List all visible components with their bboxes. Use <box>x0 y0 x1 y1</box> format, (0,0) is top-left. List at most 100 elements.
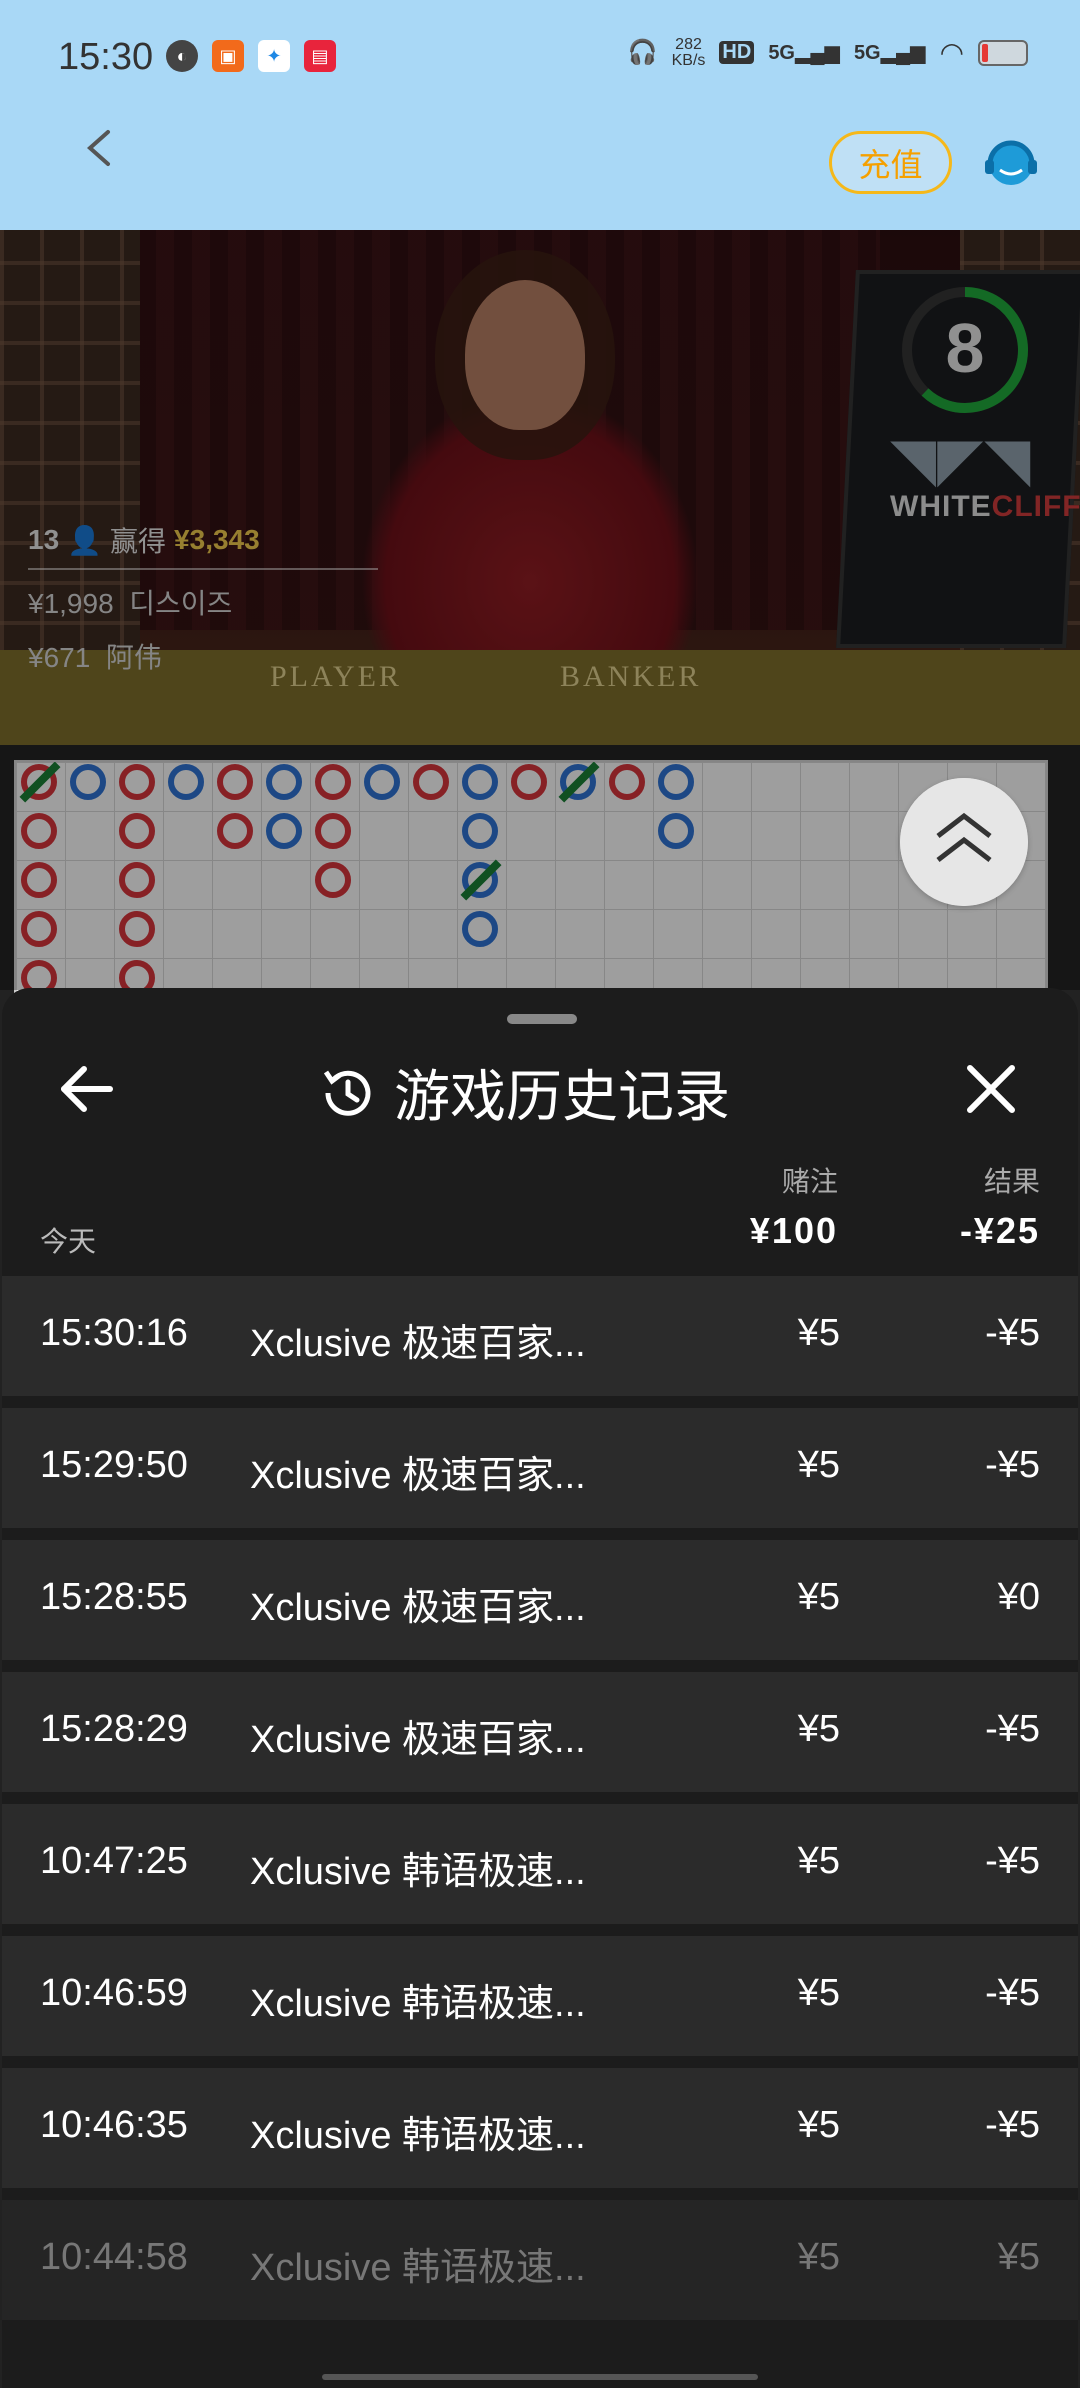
sheet-grabber[interactable] <box>507 1014 577 1024</box>
banker-bead <box>609 764 645 800</box>
row-bet: ¥5 <box>797 1972 840 2014</box>
player-bead <box>658 764 694 800</box>
banker-bead <box>315 813 351 849</box>
signal-icon-2: 5G▂▄▆ <box>853 42 926 64</box>
row-time: 10:44:58 <box>40 2236 188 2278</box>
person-icon: 👤 <box>67 524 103 556</box>
history-row[interactable]: 10:47:25 Xclusive 韩语极速... ¥5 -¥5 <box>2 1804 1078 1924</box>
winner-row: ¥1,998 디스이즈 <box>28 582 378 622</box>
player-bead <box>658 813 694 849</box>
player-bead <box>168 764 204 800</box>
total-result: -¥25 <box>959 1210 1040 1251</box>
net-speed: 282 KB/s <box>671 36 706 69</box>
banker-bead <box>119 862 155 898</box>
history-row[interactable]: 10:46:35 Xclusive 韩语极速... ¥5 -¥5 <box>2 2068 1078 2188</box>
winners-panel: 13 👤 赢得 ¥3,343 ¥1,998 디스이즈 ¥671 阿伟 <box>28 520 378 690</box>
player-bead <box>266 764 302 800</box>
row-result: -¥5 <box>985 1708 1040 1750</box>
net-speed-unit: KB/s <box>671 51 706 69</box>
bead-road-roadmap[interactable] <box>14 760 1048 994</box>
history-row[interactable]: 10:44:58 Xclusive 韩语极速... ¥5 ¥5 <box>2 2200 1078 2320</box>
result-column-header: 结果 <box>983 1166 1040 1197</box>
shop-icon: ▤ <box>304 40 336 72</box>
history-row[interactable]: 15:28:55 Xclusive 极速百家... ¥5 ¥0 <box>2 1540 1078 1660</box>
history-icon <box>323 1070 371 1116</box>
winner-name: 阿伟 <box>105 642 162 673</box>
planet-icon: ◐ <box>166 40 198 72</box>
sheet-title: 游戏历史记录 <box>318 1052 730 1133</box>
row-result: -¥5 <box>985 1840 1040 1882</box>
player-bead <box>364 764 400 800</box>
top-bar: 15:30 ◐ ▣ ✦ ▤ 🎧 282 KB/s HD 5G▂▄▆ 5G▂▄▆ … <box>0 0 1080 230</box>
row-game: Xclusive 极速百家... <box>250 1455 586 1497</box>
dealer-head <box>465 280 585 430</box>
brand-mark-icon: ◥◤◥ <box>890 426 1032 493</box>
row-result: ¥0 <box>997 1576 1040 1618</box>
battery-icon <box>978 39 1028 66</box>
status-time: 15:30 <box>58 36 154 78</box>
banker-bead <box>21 862 57 898</box>
back-arrow-icon[interactable] <box>80 128 120 168</box>
row-game: Xclusive 韩语极速... <box>250 2115 586 2157</box>
row-time: 15:28:55 <box>40 1576 188 1618</box>
countdown-number: 8 <box>945 309 985 387</box>
row-time: 10:47:25 <box>40 1840 188 1882</box>
player-count: 13 <box>28 524 60 555</box>
win-amount: ¥3,343 <box>174 524 260 555</box>
telecom-icon: ✦ <box>258 40 290 72</box>
history-row[interactable]: 10:46:59 Xclusive 韩语极速... ¥5 -¥5 <box>2 1936 1078 2056</box>
net-b-label: 5G <box>853 42 881 64</box>
history-row[interactable]: 15:30:16 Xclusive 极速百家... ¥5 -¥5 <box>2 1276 1078 1396</box>
row-result: -¥5 <box>985 1972 1040 2014</box>
wifi-icon: ◠ <box>939 37 964 68</box>
banker-bead <box>217 813 253 849</box>
recharge-button[interactable]: 充值 <box>829 131 952 194</box>
row-game: Xclusive 韩语极速... <box>250 1983 586 2025</box>
row-bet: ¥5 <box>797 1576 840 1618</box>
history-row[interactable]: 15:29:50 Xclusive 极速百家... ¥5 -¥5 <box>2 1408 1078 1528</box>
net-a-label: 5G <box>768 42 795 64</box>
history-row[interactable]: 15:28:29 Xclusive 极速百家... ¥5 -¥5 <box>2 1672 1078 1792</box>
total-bet: ¥100 <box>749 1210 838 1251</box>
win-label: 赢得 <box>110 526 167 557</box>
row-result: -¥5 <box>985 1444 1040 1486</box>
home-indicator[interactable] <box>322 2374 758 2380</box>
status-indicators: 🎧 282 KB/s HD 5G▂▄▆ 5G▂▄▆ ◠ <box>628 36 1028 69</box>
banker-bead <box>511 764 547 800</box>
table-label-banker: BANKER <box>560 660 702 693</box>
brand-text-white: WHITE <box>890 490 992 523</box>
live-video-stream[interactable]: PLAYER BANKER 8 ◥◤◥ WHITECLIFF 13 👤 赢得 ¥… <box>0 230 1080 745</box>
banker-bead <box>315 862 351 898</box>
divider <box>28 568 378 570</box>
close-icon[interactable] <box>962 1060 1020 1118</box>
banker-bead <box>119 764 155 800</box>
banker-bead <box>119 911 155 947</box>
row-game: Xclusive 韩语极速... <box>250 2247 586 2289</box>
row-bet: ¥5 <box>797 1444 840 1486</box>
row-time: 10:46:35 <box>40 2104 188 2146</box>
row-bet: ¥5 <box>797 2104 840 2146</box>
winner-name: 디스이즈 <box>129 588 233 619</box>
headphones-icon: 🎧 <box>627 39 658 66</box>
banker-bead <box>21 911 57 947</box>
winner-amount: ¥671 <box>28 642 91 673</box>
row-game: Xclusive 极速百家... <box>250 1587 586 1629</box>
row-bet: ¥5 <box>797 1312 840 1354</box>
back-arrow-icon[interactable] <box>58 1060 116 1118</box>
signal-icon-1: 5G▂▄▆ <box>768 42 840 64</box>
expand-up-icon[interactable] <box>900 778 1028 906</box>
status-notification-icons: ◐ ▣ ✦ ▤ <box>166 40 336 72</box>
winner-row: ¥671 阿伟 <box>28 636 378 676</box>
brand-text-cliff: CLIFF <box>991 490 1080 523</box>
row-result: ¥5 <box>997 2236 1040 2278</box>
row-result: -¥5 <box>985 1312 1040 1354</box>
row-time: 15:28:29 <box>40 1708 188 1750</box>
row-bet: ¥5 <box>797 1708 840 1750</box>
row-game: Xclusive 韩语极速... <box>250 1851 586 1893</box>
banker-bead <box>21 813 57 849</box>
banker-bead <box>413 764 449 800</box>
player-bead <box>266 813 302 849</box>
customer-support-icon[interactable] <box>982 134 1040 192</box>
row-result: -¥5 <box>985 2104 1040 2146</box>
row-time: 15:30:16 <box>40 1312 188 1354</box>
